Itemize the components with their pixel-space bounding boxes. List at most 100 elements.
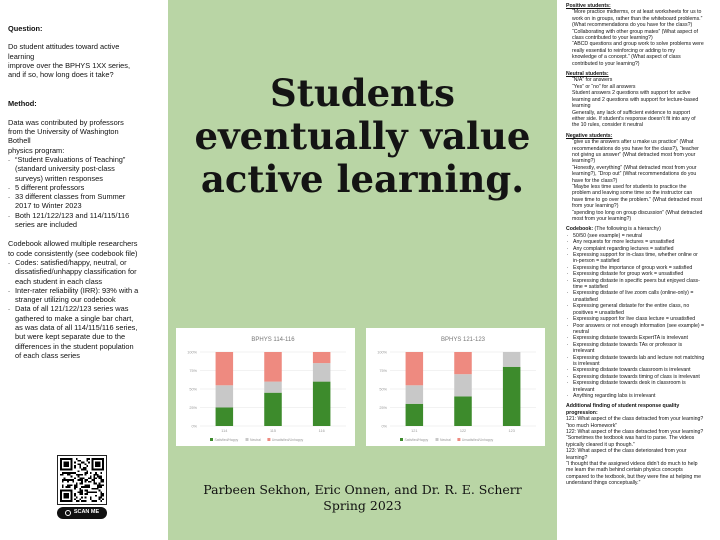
method-heading: Method: <box>8 99 37 109</box>
chart-title: BPHYS 114-116 <box>251 337 295 343</box>
finding-section: Additional finding of student response q… <box>566 403 716 486</box>
bar-segment <box>454 374 472 397</box>
method-bullet: 5 different professors <box>8 182 160 192</box>
method-line: physics program: <box>8 145 65 155</box>
qr-code-icon <box>57 455 107 505</box>
chart-svg: BPHYS 114-116 0% 25% 50% 75% 100% 114 115 116 Sat… <box>187 337 346 442</box>
x-tick-label: 116 <box>319 429 325 433</box>
bar-segment <box>454 352 472 375</box>
x-tick-label: 122 <box>460 429 466 433</box>
authors: Parbeen Sekhon, Eric Onnen, and Dr. R. E… <box>203 482 522 497</box>
positive-quote-line: “More practice midterms, or at least wor… <box>572 9 702 16</box>
bar-segment <box>312 352 331 364</box>
bar-segment <box>264 352 282 382</box>
positive-quote-line: “ABCD questions and group work to solve … <box>572 41 704 48</box>
chart-svg: BPHYS 121-123 0% 25% 50% 75% 100% 121 122 123 Sat… <box>377 337 536 442</box>
question-text: Do student attitudes toward active learn… <box>8 42 160 79</box>
y-tick-label: 75% <box>189 369 197 373</box>
term: Spring 2023 <box>323 498 402 513</box>
bar-segment <box>312 363 331 382</box>
question-line: improve over the BPHYS 1XX series, <box>8 60 130 70</box>
center-panel: Students eventually value active learnin… <box>168 0 557 540</box>
legend-swatch <box>400 438 403 441</box>
codebook-section: Codebook: (The following is a hierarchy)… <box>566 226 716 399</box>
bar-segment <box>405 385 424 404</box>
method-bullet: 33 different classes from Summer2017 to … <box>8 191 160 211</box>
chart-title: BPHYS 121-123 <box>441 337 486 343</box>
y-tick-label: 50% <box>189 388 197 392</box>
finding-line: “Sometimes the textbook was hard to pars… <box>566 435 695 442</box>
method-bullet-list: “Student Evaluations of Teaching”(standa… <box>8 154 160 230</box>
legend-swatch <box>245 438 249 441</box>
scan-me-label: SCAN ME <box>73 509 100 516</box>
qr-code[interactable]: SCAN ME <box>57 455 107 519</box>
legend-label: Unsatisfied/Unhappy <box>462 438 494 442</box>
finding-line: 121: What aspect of the class detracted … <box>566 416 704 423</box>
y-tick-label: 100% <box>377 351 387 355</box>
legend-label: Satisfied/Happy <box>215 438 239 442</box>
legend-swatch <box>267 438 271 441</box>
bar-segment <box>405 352 424 386</box>
codebook-rule: Expressing distaste towards desk in clas… <box>566 379 716 393</box>
codebook-bullet: Data of all 121/122/123 series wasgather… <box>8 303 160 360</box>
y-tick-label: 100% <box>187 351 197 355</box>
legend-label: Unsatisfied/Unhappy <box>272 438 304 442</box>
left-column: Question: Do student attitudes toward ac… <box>0 0 168 540</box>
neutral-students-section: Neutral students: “N/A” for answers “Yes”… <box>566 71 716 129</box>
legend-swatch <box>210 438 213 441</box>
y-tick-label: 75% <box>379 369 387 373</box>
codebook-rule: Anything regarding labs is irrelevant <box>566 392 716 399</box>
bar-segment <box>502 352 521 367</box>
codebook-rule: Expressing general distaste for the enti… <box>566 302 716 316</box>
bar-segment <box>215 352 234 386</box>
positive-students-section: Positive students: “More practice midter… <box>566 3 716 67</box>
codebook-rule: Expressing distaste of live zoom calls (… <box>566 289 716 303</box>
x-tick-label: 114 <box>221 429 227 433</box>
method-line: Data was contributed by professors <box>8 117 124 127</box>
bar-segment <box>264 381 282 393</box>
negative-quote-line: most from your learning?) <box>572 216 632 222</box>
chart-bphys-114-116: BPHYS 114-116 0% 25% 50% 75% 100% 114 115 116 Sat… <box>176 328 355 446</box>
bar-segment <box>312 381 331 426</box>
phone-icon <box>64 510 71 516</box>
finding-line: understand things conceptually.” <box>566 480 641 487</box>
codebook-intro: Codebook allowed multiple researchers to… <box>8 239 138 258</box>
bar-segment <box>502 366 521 426</box>
authors-block: Parbeen Sekhon, Eric Onnen, and Dr. R. E… <box>178 482 547 514</box>
method-bullet: Both 121/122/123 and 114/115/116series a… <box>8 210 160 230</box>
legend-swatch <box>435 438 439 441</box>
y-tick-label: 50% <box>379 388 387 392</box>
y-tick-label: 0% <box>382 425 388 429</box>
negative-students-section: Negative students: “give us the answers … <box>566 133 716 223</box>
right-column: Positive students: “More practice midter… <box>557 0 720 540</box>
legend-label: Neutral <box>440 438 451 442</box>
question-heading: Question: <box>8 24 43 33</box>
codebook-rule: Expressing distaste towards TAs or profe… <box>566 341 716 355</box>
poster-title: Students eventually value active learnin… <box>194 71 531 201</box>
method-intro: Data was contributed by professors from … <box>8 118 160 155</box>
method-bullet: “Student Evaluations of Teaching”(standa… <box>8 154 160 183</box>
x-tick-label: 115 <box>270 429 276 433</box>
question-line: and if so, how long does it take? <box>8 70 114 80</box>
legend-swatch <box>457 438 461 441</box>
legend-label: Satisfied/Happy <box>405 438 429 442</box>
codebook-title: Codebook: <box>566 226 594 233</box>
y-tick-label: 0% <box>192 425 198 429</box>
codebook-rule: Expressing distaste in specific peers bu… <box>566 277 716 291</box>
codebook-bullet: Codes: satisfied/happy, neutral, ordissa… <box>8 257 160 286</box>
y-tick-label: 25% <box>379 406 387 410</box>
x-tick-label: 121 <box>411 429 417 433</box>
chart-bphys-121-123: BPHYS 121-123 0% 25% 50% 75% 100% 121 122 123 Sat… <box>366 328 545 446</box>
positive-quote-line: contributed to your learning?) <box>572 60 640 67</box>
codebook-rule: Expressing support for in-class time, wh… <box>566 251 716 265</box>
codebook-subtitle: (The following is a hierarchy) <box>593 226 661 233</box>
neutral-rule-line: the 10 rules, consider it neutral <box>572 122 643 129</box>
negative-quote-line: recommendations do you have for the clas… <box>572 145 699 152</box>
codebook-bullet-list: Codes: satisfied/happy, neutral, ordissa… <box>8 257 160 360</box>
bar-segment <box>264 392 282 426</box>
y-tick-label: 25% <box>189 406 197 410</box>
neutral-rule-line: learning and 2 questions with support fo… <box>572 96 699 103</box>
bar-segment <box>215 407 234 426</box>
codebook-bullet: Inter-rater reliability (IRR): 93% with … <box>8 285 160 305</box>
method-line: from the University of Washington <box>8 127 119 137</box>
